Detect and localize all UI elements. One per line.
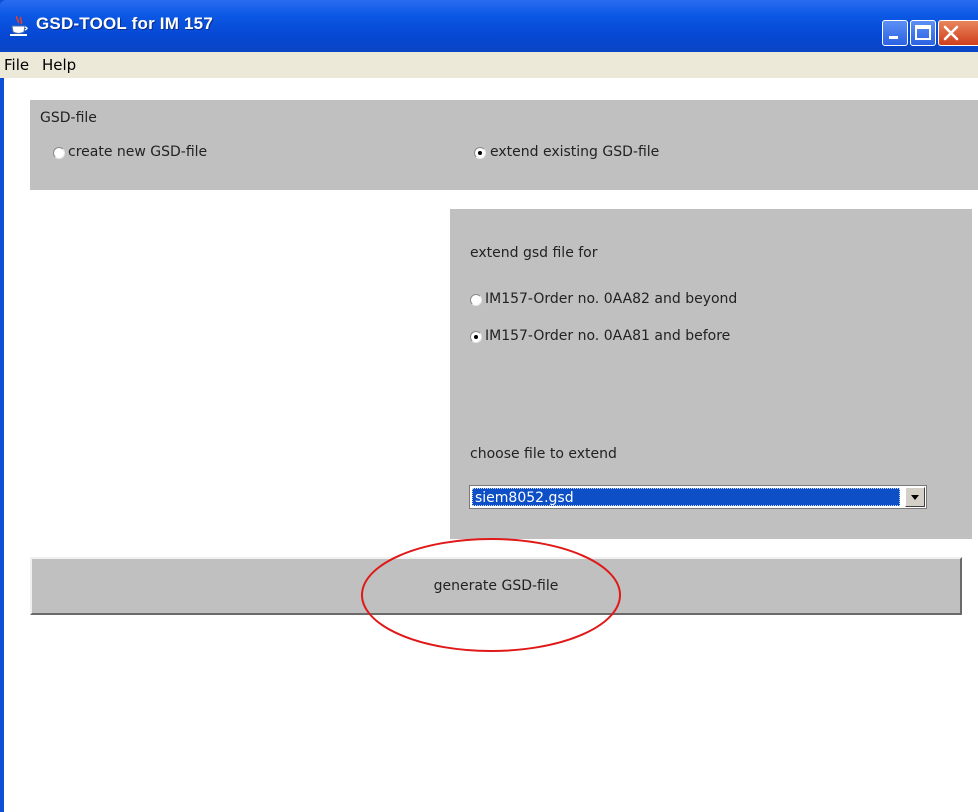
menu-file[interactable]: File (4, 52, 29, 78)
extend-existing-label[interactable]: extend existing GSD-file (490, 144, 659, 160)
choose-file-label: choose file to extend (470, 446, 617, 462)
file-select[interactable]: siem8052.gsd (469, 485, 927, 509)
order-0aa82-label[interactable]: IM157-Order no. 0AA82 and beyond (485, 291, 737, 307)
gsd-file-heading: GSD-file (40, 110, 97, 126)
extend-heading: extend gsd file for (470, 245, 598, 261)
order-0aa82-radio[interactable] (470, 294, 482, 306)
close-icon (943, 25, 959, 41)
menu-bar: File Help (0, 52, 978, 78)
window-title: GSD-TOOL for IM 157 (36, 14, 213, 33)
order-0aa81-label[interactable]: IM157-Order no. 0AA81 and before (485, 328, 730, 344)
generate-gsd-button[interactable]: generate GSD-file (30, 557, 962, 615)
dropdown-button[interactable] (905, 487, 925, 507)
close-button[interactable] (938, 20, 978, 46)
create-new-radio[interactable] (53, 147, 65, 159)
title-bar[interactable]: GSD-TOOL for IM 157 (0, 0, 978, 52)
extend-existing-radio[interactable] (474, 147, 486, 159)
maximize-icon (915, 25, 931, 40)
maximize-button[interactable] (910, 20, 936, 46)
minimize-button[interactable] (882, 20, 908, 46)
menu-help[interactable]: Help (42, 52, 76, 78)
app-window: GSD-TOOL for IM 157 File Help GSD-file c… (0, 0, 978, 812)
order-0aa81-radio[interactable] (470, 331, 482, 343)
minimize-icon (889, 36, 898, 39)
selected-file-value[interactable]: siem8052.gsd (472, 488, 900, 506)
client-area: GSD-file create new GSD-file extend exis… (4, 78, 978, 812)
extend-options-panel: extend gsd file for IM157-Order no. 0AA8… (450, 209, 972, 539)
gsd-file-panel: GSD-file create new GSD-file extend exis… (30, 100, 978, 190)
create-new-label[interactable]: create new GSD-file (68, 144, 207, 160)
chevron-down-icon (911, 495, 919, 500)
java-cup-icon (8, 15, 30, 37)
